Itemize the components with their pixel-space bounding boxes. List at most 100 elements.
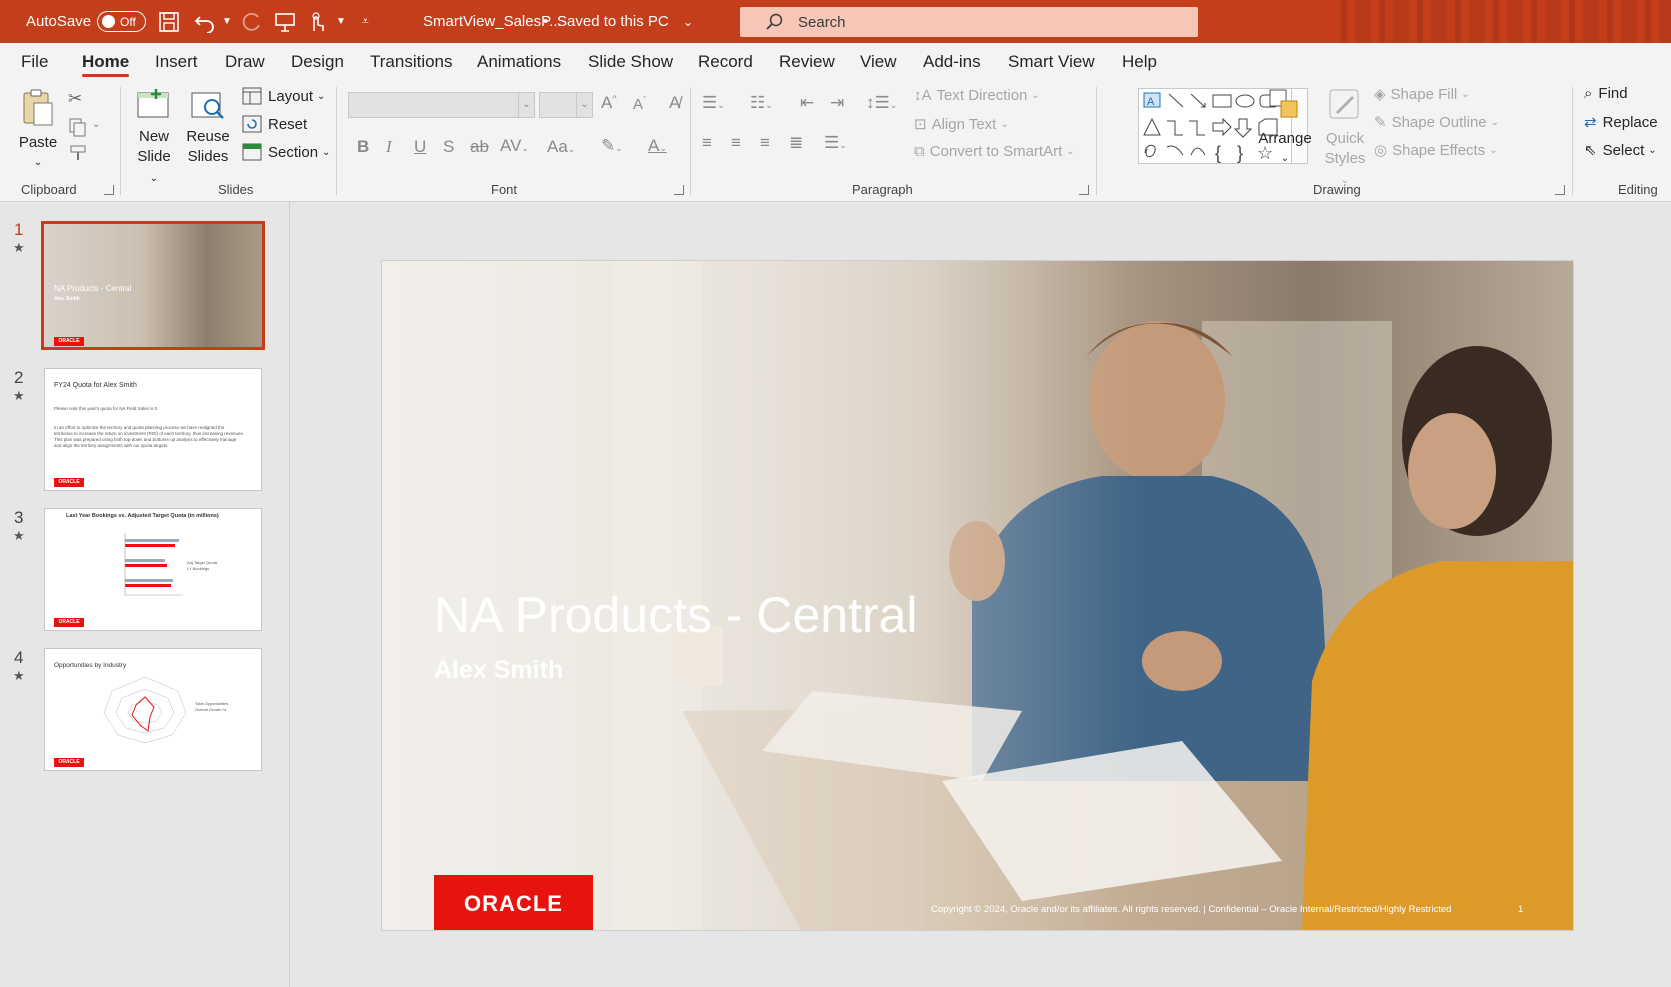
bullets-icon: ☰⌄	[702, 93, 725, 112]
present-icon[interactable]	[274, 11, 296, 33]
format-painter-icon[interactable]	[68, 143, 88, 163]
save-status[interactable]: Saved to this PC	[557, 0, 669, 43]
shape-effects-label: Shape Effects	[1392, 141, 1486, 159]
tab-slide-show[interactable]: Slide Show	[588, 43, 673, 81]
align-left-icon: ≡	[702, 133, 712, 152]
ribbon: Paste ⌄ ✂ ⌄ Clipboard New Slide ⌄ Reuse …	[0, 81, 1671, 202]
tab-record[interactable]: Record	[698, 43, 753, 81]
tab-animations[interactable]: Animations	[477, 43, 561, 81]
tab-home[interactable]: Home	[82, 43, 130, 81]
tab-view[interactable]: View	[860, 43, 897, 81]
highlight-color-icon: ✎⌄	[601, 136, 623, 155]
tab-transitions[interactable]: Transitions	[370, 43, 453, 81]
slide-number: 4	[14, 648, 24, 667]
decrease-font-size-icon: Aˇ	[633, 95, 647, 113]
underline-icon: U	[414, 137, 427, 156]
section-button[interactable]: Section ⌄	[242, 143, 330, 161]
thumb-oracle-logo: ORACLE	[54, 618, 84, 627]
font-family-dropdown-icon: ⌄	[518, 93, 534, 117]
svg-text:{: {	[1215, 143, 1221, 163]
new-slide-dropdown-icon[interactable]: ⌄	[150, 173, 158, 184]
columns-icon: ☰⌄	[824, 133, 847, 152]
slide-thumbnail-3[interactable]: Last Year Bookings vs. Adjusted Target Q…	[44, 508, 262, 631]
layout-icon	[242, 87, 262, 105]
slide-subtitle[interactable]: Alex Smith	[434, 656, 563, 685]
separator	[120, 87, 121, 195]
reuse-slides-button[interactable]: Reuse Slides	[186, 87, 230, 167]
thumb-line: Please note this year's quota for NA Fie…	[54, 406, 158, 411]
touch-dropdown-icon[interactable]: ▼	[336, 0, 346, 43]
font-size-combo: ⌄	[539, 92, 593, 118]
ribbon-tabs: File Home Insert Draw Design Transitions…	[0, 43, 1671, 81]
drawing-launcher-icon[interactable]	[1555, 185, 1565, 195]
reuse-slides-icon	[191, 92, 224, 119]
save-icon[interactable]	[158, 11, 180, 33]
align-right-icon: ≡	[760, 133, 770, 152]
toggle-knob	[102, 15, 115, 28]
file-name[interactable]: SmartView_SalesP...	[423, 0, 562, 43]
slide-number: 1	[14, 220, 24, 239]
separator	[1572, 87, 1573, 195]
tab-file[interactable]: File	[21, 43, 48, 81]
strikethrough-icon: ab	[470, 137, 489, 156]
slide-thumbnail-2[interactable]: FY24 Quota for Alex Smith Please note th…	[44, 368, 262, 491]
tab-smart-view[interactable]: Smart View	[1008, 43, 1095, 81]
shape-effects-dropdown-icon: ⌄	[1489, 144, 1498, 156]
touch-mode-icon[interactable]	[306, 11, 328, 33]
layout-button[interactable]: Layout ⌄	[242, 87, 325, 105]
shape-fill-label: Shape Fill	[1390, 85, 1458, 103]
tab-add-ins[interactable]: Add-ins	[923, 43, 981, 81]
tab-review[interactable]: Review	[779, 43, 835, 81]
reset-button[interactable]: Reset	[242, 115, 307, 133]
shadow-icon: S	[443, 137, 455, 156]
paste-dropdown-icon[interactable]: ⌄	[16, 153, 60, 173]
tab-draw[interactable]: Draw	[225, 43, 265, 81]
thumb-title: Last Year Bookings vs. Adjusted Target Q…	[66, 513, 219, 519]
slide-canvas[interactable]: NA Products - Central Alex Smith ORACLE …	[381, 260, 1574, 931]
bold-icon: B	[357, 137, 370, 156]
paragraph-launcher-icon[interactable]	[1079, 185, 1089, 195]
tab-design[interactable]: Design	[291, 43, 344, 81]
slide-thumbnail-pane[interactable]: 1 ★ NA Products - Central Alex Smith ORA…	[0, 202, 290, 987]
search-box[interactable]: Search	[740, 7, 1198, 37]
select-button[interactable]: ⇖ Select ⌄	[1584, 141, 1657, 160]
slide-page-number: 1	[1518, 904, 1524, 915]
section-icon	[242, 143, 262, 161]
slide-title[interactable]: NA Products - Central	[434, 586, 918, 644]
quick-styles-label-1: Quick	[1325, 130, 1365, 147]
cut-icon[interactable]: ✂	[68, 89, 82, 109]
thumb-legend-2: LY Bookings	[187, 566, 210, 571]
quick-styles-button: Quick Styles ⌄	[1322, 87, 1368, 191]
new-slide-label-1: New	[138, 128, 169, 145]
convert-smartart-button: ⧉ Convert to SmartArt ⌄	[914, 143, 1075, 160]
customize-qat-icon[interactable]: ⩡	[362, 0, 369, 43]
replace-button[interactable]: ⇄ Replace	[1584, 113, 1658, 132]
find-button[interactable]: ⌕ Find	[1584, 85, 1628, 102]
copy-icon[interactable]	[68, 117, 88, 137]
reuse-label-1: Reuse	[186, 128, 230, 145]
autosave-state: Off	[120, 14, 136, 29]
slide-thumbnail-1[interactable]: NA Products - Central Alex Smith ORACLE	[41, 221, 265, 350]
increase-indent-icon: ⇥	[830, 93, 845, 112]
arrange-button[interactable]: Arrange ⌄	[1258, 87, 1312, 169]
slide-number: 3	[14, 508, 24, 527]
clipboard-launcher-icon[interactable]	[104, 185, 114, 195]
tab-insert[interactable]: Insert	[155, 43, 198, 81]
tab-help[interactable]: Help	[1122, 43, 1157, 81]
undo-dropdown-icon[interactable]: ▼	[222, 0, 232, 43]
slide-thumbnail-4[interactable]: Opportunities by Industry Total Opportun…	[44, 648, 262, 771]
quick-styles-label-2-text: Styles	[1324, 150, 1366, 167]
file-menu-chevron-icon[interactable]: ⌄	[683, 0, 693, 43]
autosave-toggle[interactable]: Off	[97, 11, 146, 32]
text-direction-label: Text Direction	[936, 87, 1028, 104]
copy-dropdown-icon[interactable]: ⌄	[92, 119, 100, 130]
decrease-indent-icon: ⇤	[800, 93, 815, 112]
font-launcher-icon[interactable]	[674, 185, 684, 195]
character-spacing-icon: AV⌄	[500, 136, 529, 155]
new-slide-button[interactable]: New Slide ⌄	[132, 87, 176, 189]
paste-button[interactable]: Paste ⌄	[16, 87, 60, 173]
find-icon: ⌕	[1584, 85, 1593, 102]
font-family-combo: ⌄	[348, 92, 535, 118]
font-group-label: Font	[491, 182, 518, 197]
undo-icon[interactable]	[194, 11, 216, 33]
